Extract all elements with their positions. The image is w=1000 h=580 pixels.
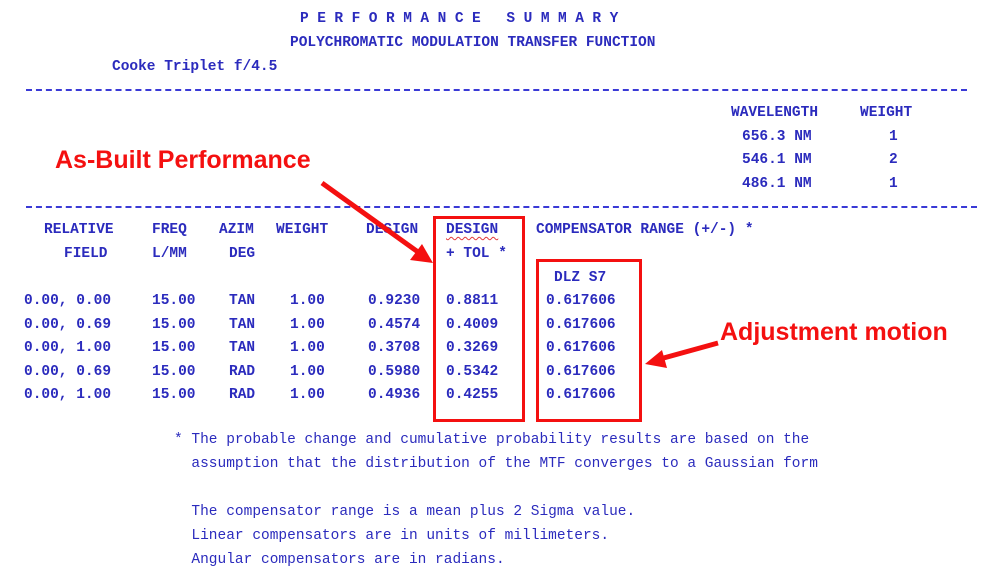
footnote-line: Angular compensators are in radians.: [174, 552, 505, 568]
adjustment-arrow-icon: [645, 340, 719, 368]
footnote-line: The compensator range is a mean plus 2 S…: [174, 504, 636, 520]
as-built-arrow-icon: [320, 180, 433, 263]
footnote-line: * The probable change and cumulative pro…: [174, 432, 810, 448]
annotation-arrows: [320, 180, 719, 368]
footnote-line: Linear compensators are in units of mill…: [174, 528, 610, 544]
footnote-line: assumption that the distribution of the …: [174, 456, 818, 472]
